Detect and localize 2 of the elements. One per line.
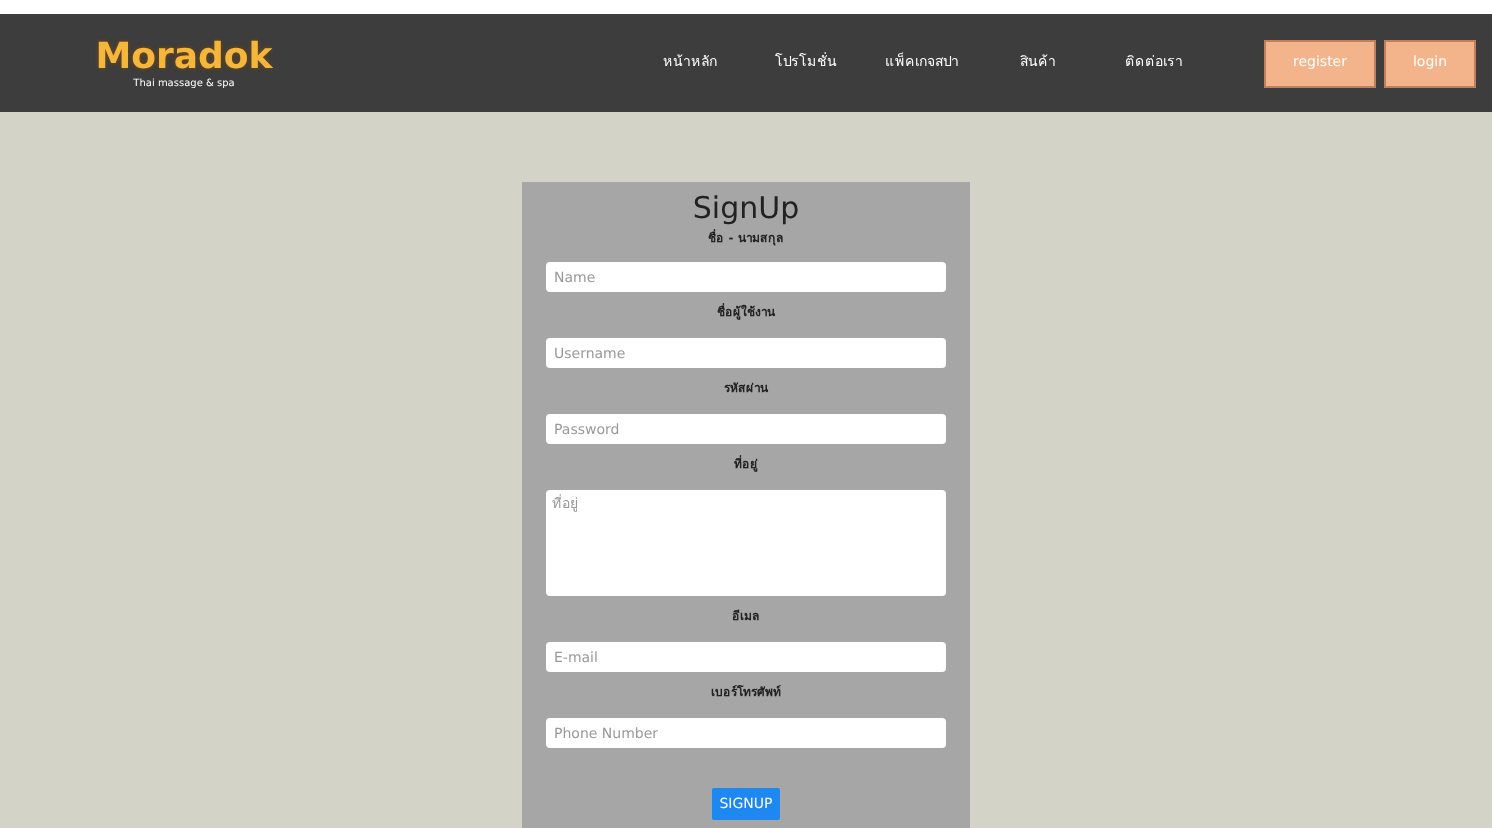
form-title: SignUp xyxy=(692,190,800,226)
logo-text[interactable]: Moradok xyxy=(95,37,273,77)
